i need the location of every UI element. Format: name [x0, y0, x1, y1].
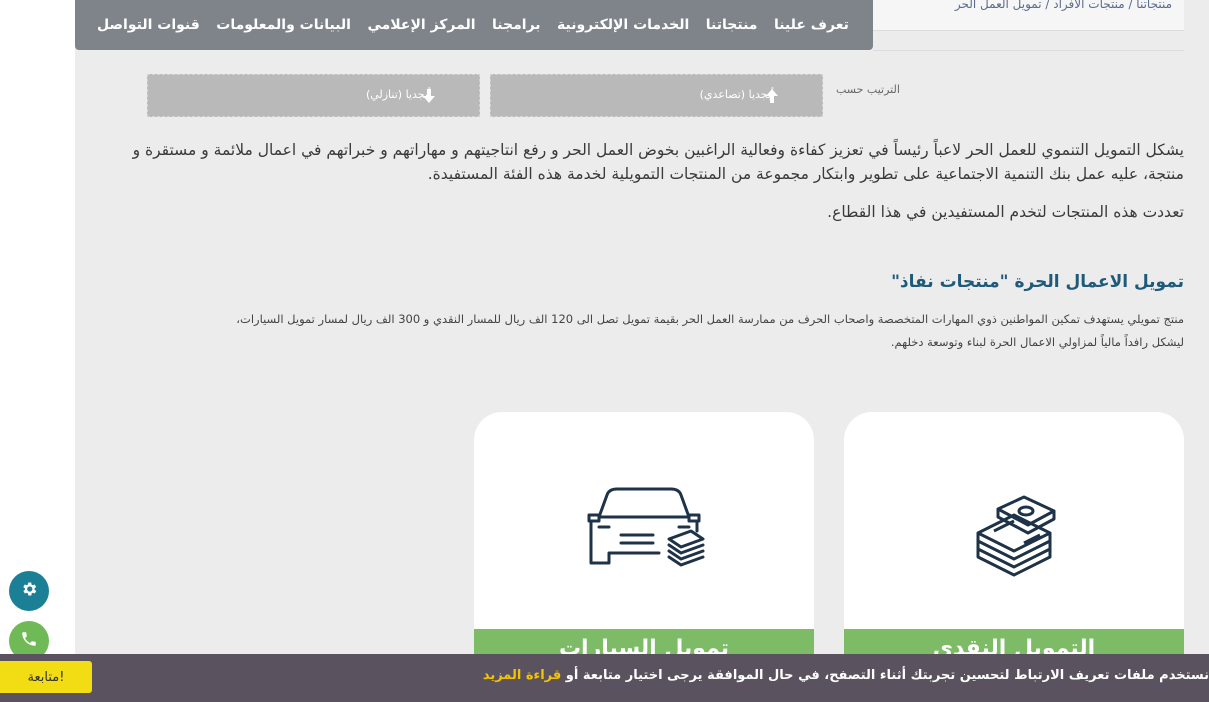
divider: [873, 50, 1184, 51]
nav-item-media-center[interactable]: المركز الإعلامي: [367, 17, 475, 33]
section-title: تمويل الاعمال الحرة "منتجات نفاذ": [891, 272, 1184, 292]
breadcrumb[interactable]: منتجاتنا / منتجات الأفراد / تمويل العمل …: [955, 0, 1172, 11]
car-money-icon: [474, 487, 814, 587]
cookie-text: نستخدم ملفات تعريف الارتباط لتحسين تجربت…: [565, 668, 1209, 683]
nav-item-e-services[interactable]: الخدمات الإلكترونية: [557, 17, 689, 33]
nav-item-products[interactable]: منتجاتنا: [706, 17, 758, 33]
nav-item-programs[interactable]: برامجنا: [492, 17, 541, 33]
cash-stack-icon: [844, 487, 1184, 587]
sort-label: الترتيب حسب: [836, 83, 900, 96]
read-more-link[interactable]: قراءة المزيد: [483, 668, 561, 683]
cookie-accept-button[interactable]: متابعة!: [0, 661, 92, 693]
sort-ascending-label: أبجديا (تصاعدي): [699, 88, 774, 101]
sort-descending-button[interactable]: أبجديا (تنازلي): [147, 74, 480, 117]
phone-icon: [20, 630, 38, 652]
nav-item-about[interactable]: تعرف علينا: [774, 17, 849, 33]
gear-icon: [20, 580, 38, 602]
breadcrumb-bar: منتجاتنا / منتجات الأفراد / تمويل العمل …: [873, 0, 1184, 31]
cookie-banner: نستخدم ملفات تعريف الارتباط لتحسين تجربت…: [0, 654, 1209, 702]
section-description-line-2: ليشكل رافداً مالياً لمزاولي الاعمال الحر…: [890, 335, 1184, 349]
section-description: منتج تمويلي يستهدف تمكين المواطنين ذوي ا…: [104, 308, 1184, 354]
sort-ascending-button[interactable]: أبجديا (تصاعدي): [490, 74, 823, 117]
intro-text: يشكل التمويل التنموي للعمل الحر لاعباً ر…: [94, 138, 1184, 238]
nav-item-contact-channels[interactable]: قنوات التواصل: [97, 17, 200, 33]
section-description-line: منتج تمويلي يستهدف تمكين المواطنين ذوي ا…: [236, 312, 1184, 326]
cookie-message: نستخدم ملفات تعريف الارتباط لتحسين تجربت…: [483, 668, 1209, 683]
main-navigation: تعرف علينا منتجاتنا الخدمات الإلكترونية …: [75, 0, 873, 50]
settings-button[interactable]: [9, 571, 49, 611]
intro-paragraph-2: تعددت هذه المنتجات لتخدم المستفيدين في ه…: [827, 203, 1184, 221]
nav-item-data-info[interactable]: البيانات والمعلومات: [216, 17, 351, 33]
sort-descending-label: أبجديا (تنازلي): [365, 88, 431, 101]
intro-paragraph: يشكل التمويل التنموي للعمل الحر لاعباً ر…: [132, 141, 1184, 183]
